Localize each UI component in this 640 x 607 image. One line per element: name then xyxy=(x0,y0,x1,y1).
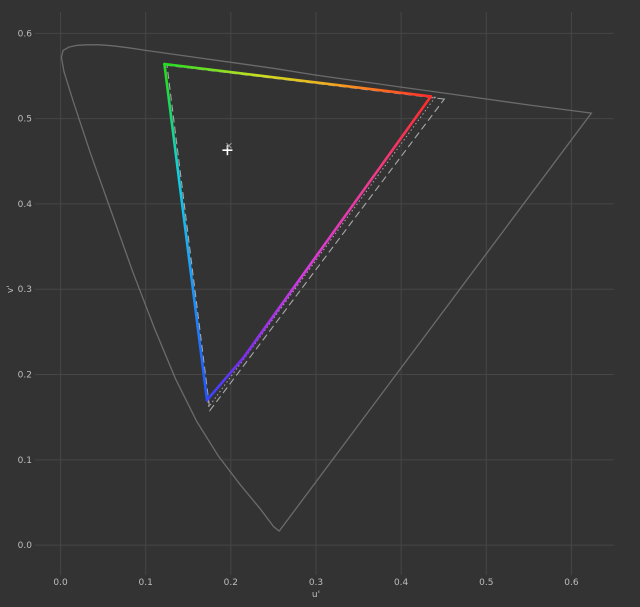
y-tick-label: 0.2 xyxy=(18,371,32,381)
x-tick-label: 0.1 xyxy=(139,578,153,588)
x-tick-label: 0.5 xyxy=(479,578,493,588)
x-tick-label: 0.2 xyxy=(224,578,238,588)
spectral-locus-curve xyxy=(60,44,593,532)
y-tick-label: 0.1 xyxy=(18,456,32,466)
gamut-edge-red-green xyxy=(163,62,433,98)
reference-gamut-dashed-triangle xyxy=(166,64,446,412)
y-tick-label: 0.0 xyxy=(18,541,33,551)
x-axis-label: u' xyxy=(312,590,320,600)
measured-gamut-triangle xyxy=(163,62,433,402)
x-tick-label: 0.4 xyxy=(394,578,409,588)
grid-lines xyxy=(35,12,614,575)
y-axis-label: v' xyxy=(6,285,16,293)
x-tick-label: 0.6 xyxy=(564,578,579,588)
y-tick-label: 0.5 xyxy=(18,115,32,125)
gamut-edge-violet-red xyxy=(242,95,433,359)
tick-labels: 0.0 0.1 0.2 0.3 0.4 0.5 0.6 0.0 0.1 0.2 0.3 0.4 0.5 0… xyxy=(18,29,579,588)
x-tick-label: 0.0 xyxy=(53,578,68,588)
gamut-edge-blue-violet xyxy=(205,356,245,402)
y-tick-label: 0.4 xyxy=(18,200,33,210)
gamut-edge-green-blue xyxy=(163,62,209,402)
y-tick-label: 0.3 xyxy=(18,285,32,295)
y-tick-label: 0.6 xyxy=(18,29,33,39)
x-tick-label: 0.3 xyxy=(309,578,323,588)
reference-gamut-dotted-triangle xyxy=(163,64,437,409)
chromaticity-chart: 0.0 0.1 0.2 0.3 0.4 0.5 0.6 0.0 0.1 0.2 0.3 0.4 0.5 0… xyxy=(6,12,614,600)
